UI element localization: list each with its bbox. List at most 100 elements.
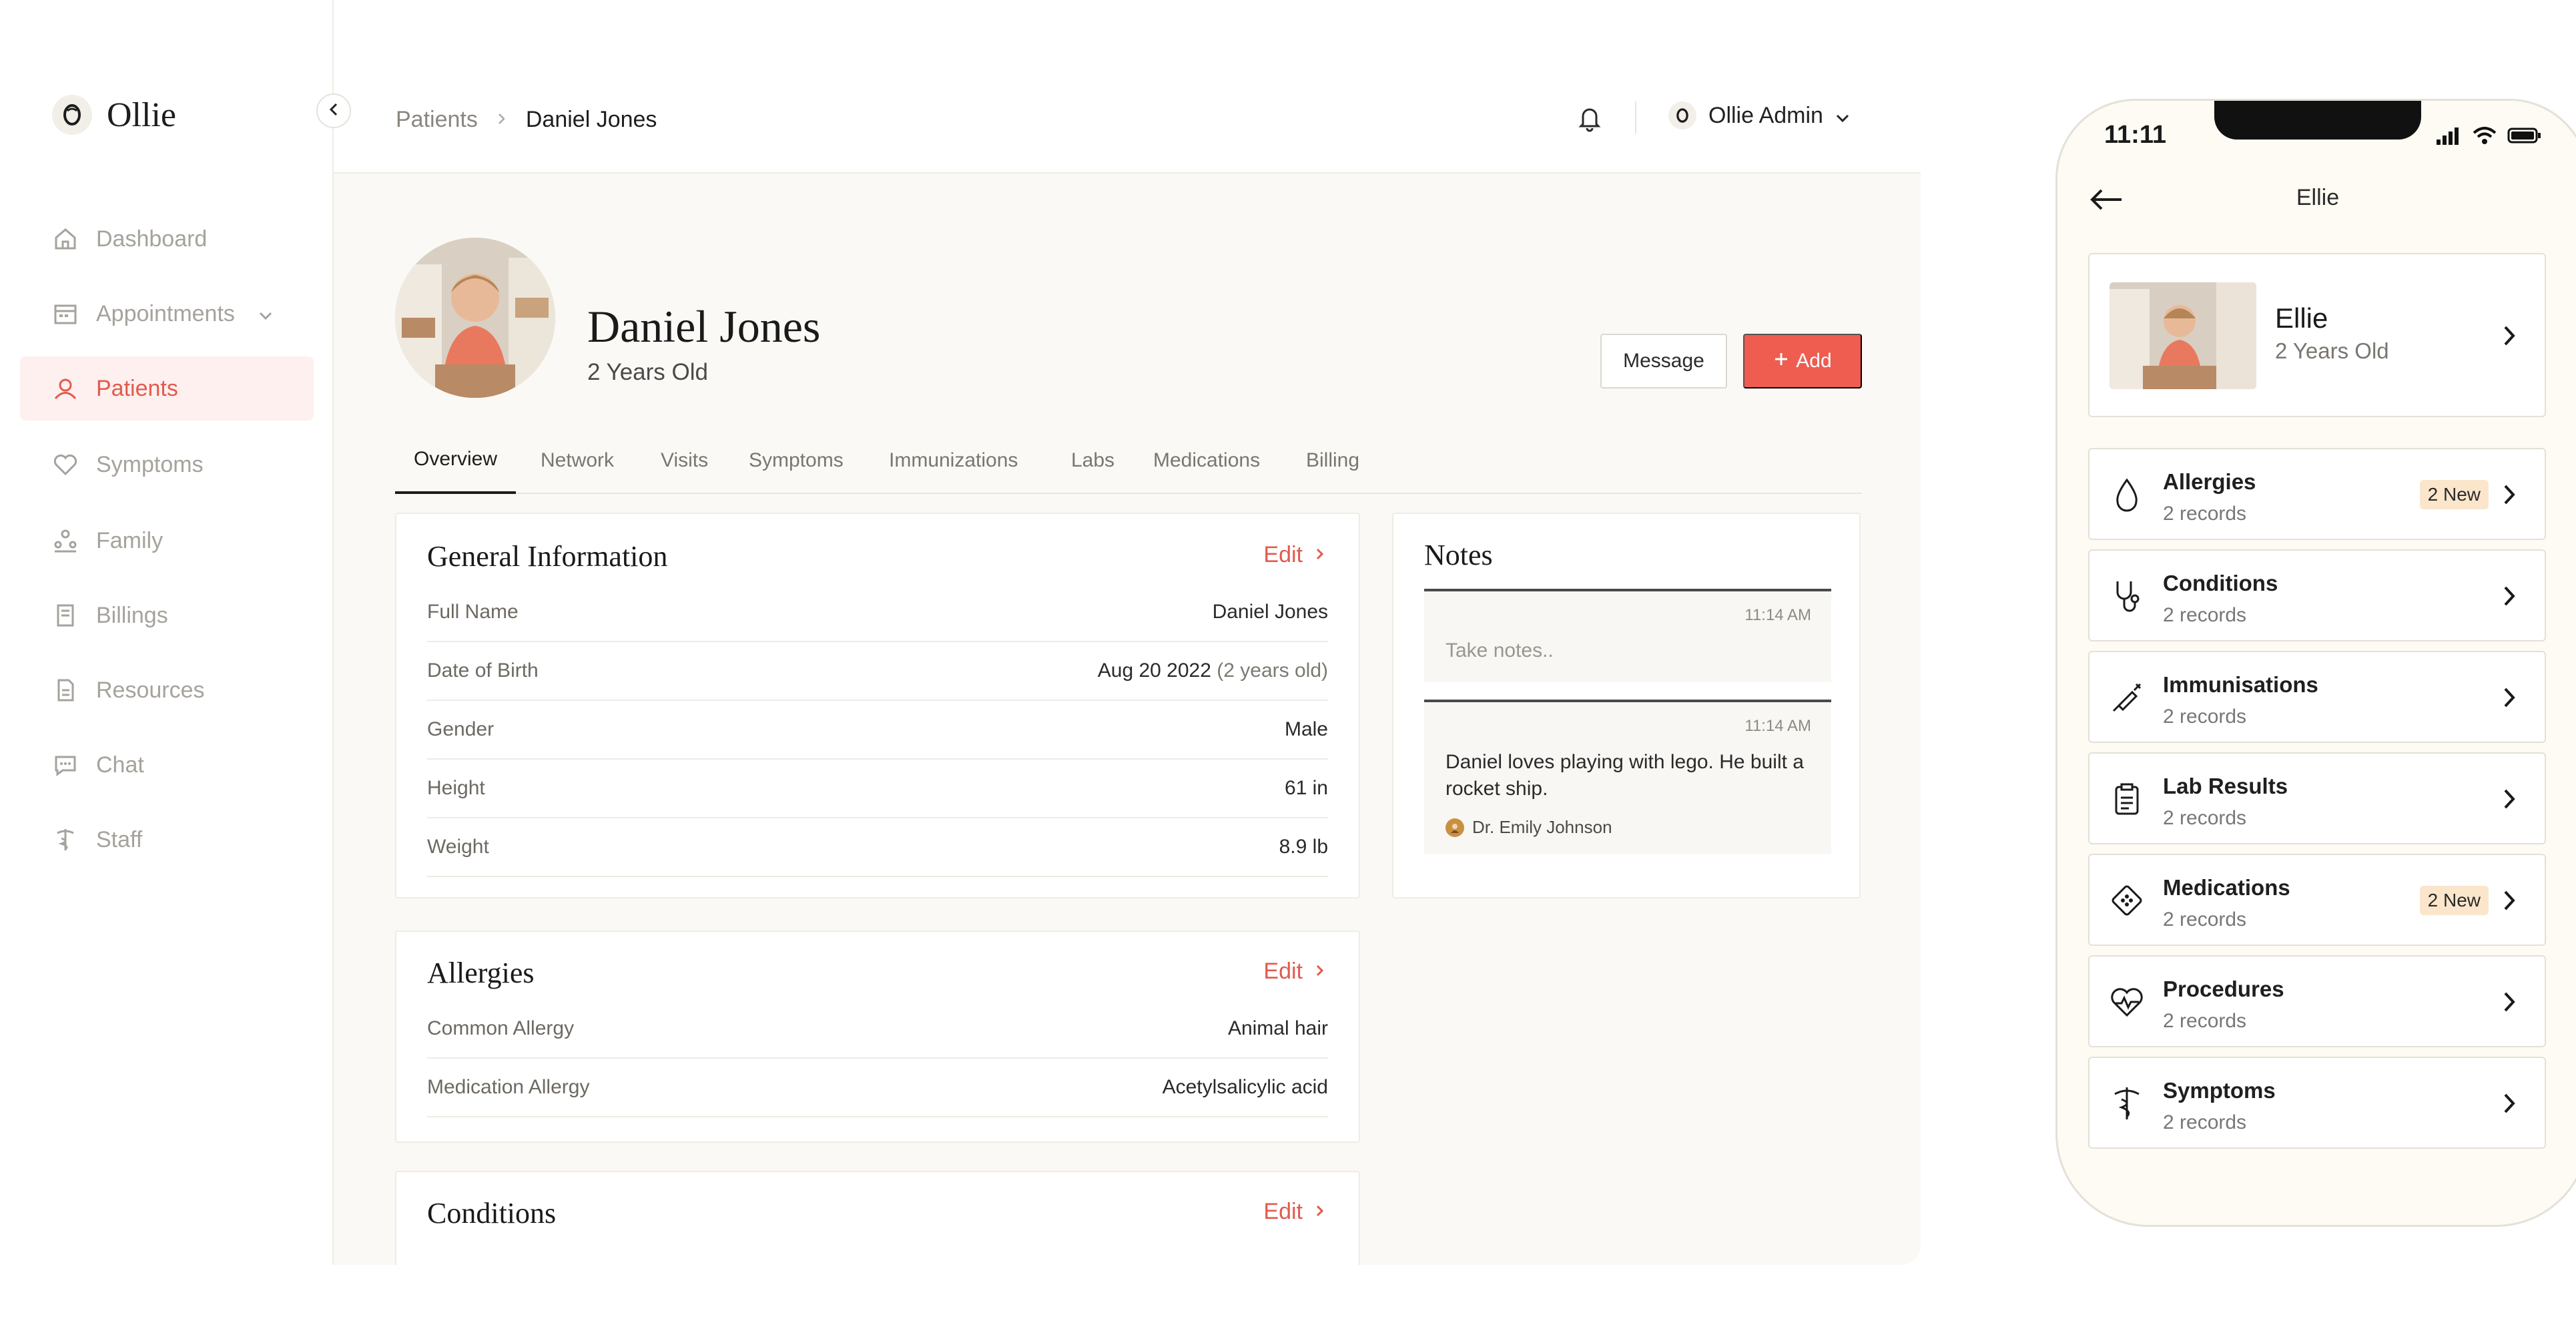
chevron-right-icon bbox=[2501, 322, 2518, 349]
phone-profile-card[interactable]: Ellie 2 Years Old bbox=[2088, 253, 2546, 417]
notes-card: Notes 11:14 AM Take notes.. 11:14 AM Dan… bbox=[1392, 513, 1861, 898]
chevron-right-icon bbox=[2501, 989, 2518, 1015]
row-value: Animal hair bbox=[1227, 1017, 1328, 1039]
notification-bell-icon[interactable] bbox=[1574, 101, 1606, 134]
record-procedures[interactable]: Procedures 2 records bbox=[2088, 955, 2546, 1047]
new-badge: 2 New bbox=[2419, 480, 2489, 509]
record-immunisations[interactable]: Immunisations 2 records bbox=[2088, 651, 2546, 743]
record-title: Procedures bbox=[2163, 977, 2284, 1001]
record-title: Immunisations bbox=[2163, 672, 2318, 697]
tab-labs[interactable]: Labs bbox=[1071, 427, 1114, 494]
allergy-row-common: Common Allergy Animal hair bbox=[427, 1000, 1328, 1059]
author-avatar bbox=[1445, 818, 1464, 837]
tab-visits[interactable]: Visits bbox=[661, 427, 708, 494]
add-button[interactable]: Add bbox=[1743, 334, 1862, 388]
info-row-height: Height 61 in bbox=[427, 760, 1328, 818]
patient-age: 2 Years Old bbox=[587, 359, 708, 385]
conditions-card: Conditions Edit bbox=[395, 1171, 1360, 1265]
ollie-logo-icon bbox=[52, 95, 92, 135]
sidebar-item-label: Chat bbox=[96, 752, 144, 778]
tab-overview[interactable]: Overview bbox=[395, 427, 517, 494]
chevron-right-icon bbox=[2501, 1090, 2518, 1117]
row-label: Height bbox=[427, 777, 485, 799]
chevron-right-icon bbox=[2501, 481, 2518, 508]
stethoscope-icon bbox=[2108, 577, 2146, 615]
account-menu[interactable]: Ollie Admin bbox=[1668, 101, 1850, 129]
record-count: 2 records bbox=[2163, 1111, 2247, 1133]
tab-network[interactable]: Network bbox=[541, 427, 614, 494]
note-entry[interactable]: 11:14 AM Daniel loves playing with lego.… bbox=[1424, 700, 1831, 854]
record-conditions[interactable]: Conditions 2 records bbox=[2088, 549, 2546, 641]
row-value: Aug 20 2022 (2 years old) bbox=[1098, 659, 1328, 682]
sidebar-item-label: Appointments bbox=[96, 300, 235, 326]
document-icon bbox=[52, 677, 79, 704]
author-name: Dr. Emily Johnson bbox=[1472, 817, 1612, 837]
sidebar-item-family[interactable]: Family bbox=[20, 509, 314, 573]
message-button[interactable]: Message bbox=[1600, 334, 1727, 388]
breadcrumb-patients-link[interactable]: Patients bbox=[396, 107, 478, 133]
dob-age-note: (2 years old) bbox=[1217, 659, 1328, 682]
record-medications[interactable]: Medications 2 records 2 New bbox=[2088, 854, 2546, 946]
chat-icon bbox=[52, 752, 79, 778]
divider bbox=[1635, 101, 1636, 134]
sidebar-item-resources[interactable]: Resources bbox=[20, 658, 314, 722]
heart-icon bbox=[52, 451, 79, 478]
edit-allergies-link[interactable]: Edit bbox=[1263, 959, 1325, 985]
patient-tabs: Overview Network Visits Symptoms Immuniz… bbox=[395, 427, 1862, 494]
edit-conditions-link[interactable]: Edit bbox=[1263, 1199, 1325, 1225]
chevron-down-icon bbox=[1835, 103, 1850, 129]
sidebar-item-label: Family bbox=[96, 527, 164, 553]
clipboard-icon bbox=[2108, 780, 2146, 818]
card-title: Allergies bbox=[427, 957, 535, 989]
info-row-weight: Weight 8.9 lb bbox=[427, 818, 1328, 877]
chevron-right-icon bbox=[2501, 786, 2518, 812]
info-row-full-name: Full Name Daniel Jones bbox=[427, 583, 1328, 642]
card-title: General Information bbox=[427, 540, 668, 573]
note-text: Daniel loves playing with lego. He built… bbox=[1445, 751, 1804, 800]
sidebar-item-patients[interactable]: Patients bbox=[20, 356, 314, 421]
chevron-left-icon bbox=[327, 101, 340, 121]
ollie-logo-icon bbox=[1668, 101, 1696, 129]
sidebar-item-symptoms[interactable]: Symptoms bbox=[20, 433, 314, 497]
sidebar-item-label: Staff bbox=[96, 826, 143, 852]
record-count: 2 records bbox=[2163, 908, 2247, 931]
row-value: Male bbox=[1284, 718, 1328, 740]
home-icon bbox=[52, 226, 79, 252]
heart-pulse-icon bbox=[2108, 983, 2146, 1021]
record-title: Medications bbox=[2163, 875, 2290, 900]
edit-general-information-link[interactable]: Edit bbox=[1263, 542, 1325, 568]
note-input[interactable]: 11:14 AM Take notes.. bbox=[1424, 589, 1831, 682]
sidebar-item-appointments[interactable]: Appointments bbox=[20, 282, 314, 346]
card-title: Notes bbox=[1424, 539, 1493, 571]
chevron-right-icon bbox=[1315, 542, 1325, 568]
row-value: Daniel Jones bbox=[1212, 601, 1328, 623]
patient-avatar bbox=[395, 238, 555, 398]
allergies-card: Allergies Edit Common Allergy Animal hai… bbox=[395, 931, 1360, 1143]
record-count: 2 records bbox=[2163, 503, 2247, 525]
sidebar-item-dashboard[interactable]: Dashboard bbox=[20, 207, 314, 271]
record-lab-results[interactable]: Lab Results 2 records bbox=[2088, 752, 2546, 844]
general-information-card: General Information Edit Full Name Danie… bbox=[395, 513, 1360, 898]
signal-icon bbox=[2435, 126, 2462, 148]
tab-symptoms[interactable]: Symptoms bbox=[749, 427, 844, 494]
tab-medications[interactable]: Medications bbox=[1153, 427, 1260, 494]
sidebar-item-label: Patients bbox=[96, 375, 178, 401]
sidebar-item-label: Dashboard bbox=[96, 226, 208, 252]
tab-billing[interactable]: Billing bbox=[1306, 427, 1359, 494]
sidebar-item-chat[interactable]: Chat bbox=[20, 733, 314, 797]
collapse-sidebar-button[interactable] bbox=[316, 93, 351, 128]
sidebar-item-label: Billings bbox=[96, 602, 168, 628]
sidebar: Ollie Dashboard Appointments Patients Sy… bbox=[0, 0, 334, 1265]
patients-icon bbox=[52, 375, 79, 402]
record-allergies[interactable]: Allergies 2 records 2 New bbox=[2088, 448, 2546, 540]
sidebar-item-billings[interactable]: Billings bbox=[20, 583, 314, 647]
record-title: Symptoms bbox=[2163, 1078, 2276, 1103]
profile-age: 2 Years Old bbox=[2275, 338, 2389, 363]
sidebar-item-staff[interactable]: Staff bbox=[20, 808, 314, 872]
brand[interactable]: Ollie bbox=[52, 95, 176, 135]
record-symptoms[interactable]: Symptoms 2 records bbox=[2088, 1057, 2546, 1149]
note-time: 11:14 AM bbox=[1744, 717, 1811, 735]
breadcrumb: Patients Daniel Jones bbox=[396, 107, 657, 133]
tab-immunizations[interactable]: Immunizations bbox=[889, 427, 1018, 494]
profile-photo bbox=[2110, 282, 2256, 389]
